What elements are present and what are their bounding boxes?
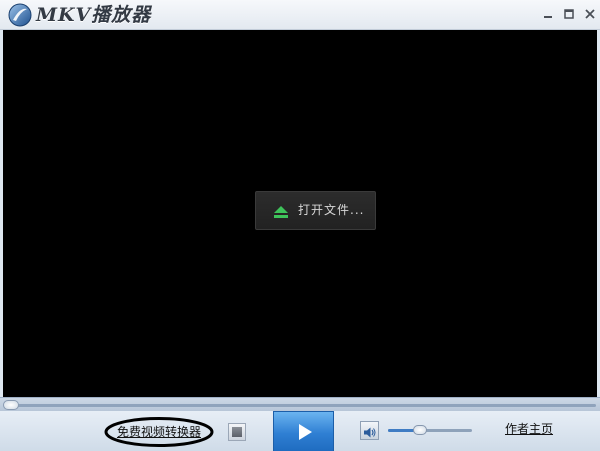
player-window: MKV播放器 打开文件... 免费视频转换器 作者主页 — [0, 0, 600, 451]
author-homepage-link[interactable]: 作者主页 — [505, 411, 553, 447]
title-bar[interactable]: MKV播放器 — [0, 0, 600, 30]
play-icon — [296, 423, 314, 441]
video-area[interactable]: 打开文件... — [3, 30, 597, 397]
open-file-button[interactable]: 打开文件... — [255, 191, 376, 230]
maximize-icon — [564, 9, 574, 19]
free-video-converter-link[interactable]: 免费视频转换器 — [103, 416, 215, 448]
seek-track[interactable] — [4, 404, 596, 407]
volume-track[interactable] — [388, 429, 472, 432]
app-logo-icon — [8, 3, 32, 27]
stop-button[interactable] — [228, 423, 246, 441]
app-title: MKV播放器 — [36, 4, 152, 26]
converter-link-wrap: 免费视频转换器 — [103, 416, 215, 448]
eject-icon — [272, 204, 290, 218]
control-bar: 免费视频转换器 作者主页 — [0, 411, 600, 451]
volume-button[interactable] — [360, 421, 379, 440]
maximize-button[interactable] — [561, 6, 577, 22]
close-button[interactable] — [582, 6, 598, 22]
speaker-icon — [363, 424, 376, 438]
close-icon — [585, 9, 595, 19]
play-button[interactable] — [273, 411, 334, 451]
open-file-label: 打开文件... — [298, 203, 365, 217]
minimize-button[interactable] — [540, 6, 556, 22]
stop-icon — [232, 427, 242, 437]
seek-thumb[interactable] — [3, 400, 19, 410]
volume-thumb[interactable] — [412, 425, 427, 435]
volume-slider[interactable] — [388, 425, 472, 435]
minimize-icon — [544, 16, 552, 18]
seek-bar[interactable] — [0, 397, 600, 411]
